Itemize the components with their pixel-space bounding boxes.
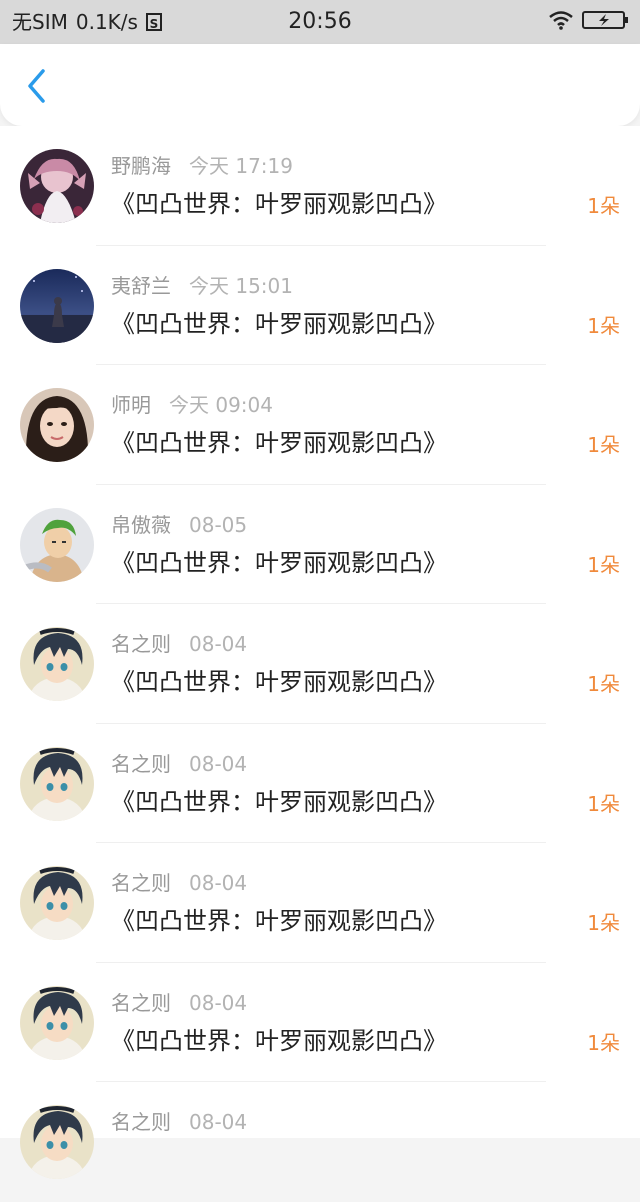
gift-record-list: 野鹏海 今天 17:19 《凹凸世界：叶罗丽观影凹凸》 1朵 夷舒兰 今天 15… (0, 126, 640, 1179)
list-item[interactable]: 名之则 08-04 《凹凸世界：叶罗丽观影凹凸》 1朵 (0, 963, 640, 1082)
chevron-left-icon (28, 69, 45, 103)
item-meta: 师明 今天 09:04 (111, 391, 273, 419)
item-name: 夷舒兰 (111, 273, 171, 298)
item-count: 1朵 (587, 552, 620, 577)
item-time: 今天 09:04 (169, 393, 273, 417)
item-time: 08-04 (189, 751, 248, 776)
list-item[interactable]: 名之则 08-04 《凹凸世界：叶罗丽观影凹凸》 1朵 (0, 724, 640, 843)
item-name: 名之则 (111, 632, 171, 656)
item-time: 08-04 (189, 871, 248, 895)
item-title: 《凹凸世界：叶罗丽观影凹凸》 (111, 787, 447, 816)
item-meta: 名之则 08-04 (111, 750, 247, 778)
item-title: 《凹凸世界：叶罗丽观影凹凸》 (111, 548, 447, 577)
item-title: 《凹凸世界：叶罗丽观影凹凸》 (111, 668, 447, 696)
battery-charging-icon (582, 11, 628, 29)
anime-boy-avatar[interactable] (20, 627, 94, 701)
item-name: 帛傲薇 (111, 512, 171, 537)
anime-boy-avatar[interactable] (20, 746, 94, 821)
item-count: 1朵 (587, 791, 620, 816)
night-sky-avatar[interactable] (20, 268, 94, 343)
list-item[interactable]: 名之则 08-04 (0, 1082, 640, 1202)
item-meta: 野鹏海 今天 17:19 (111, 152, 293, 180)
status-right (548, 10, 630, 30)
item-name: 名之则 (111, 871, 171, 895)
item-count: 1朵 (587, 672, 620, 696)
item-title: 《凹凸世界：叶罗丽观影凹凸》 (111, 429, 447, 457)
item-meta: 名之则 08-04 (111, 869, 247, 897)
item-meta: 名之则 08-04 (111, 989, 247, 1017)
item-time: 08-05 (189, 512, 248, 537)
list-item[interactable]: 帛傲薇 08-05 《凹凸世界：叶罗丽观影凹凸》 1朵 (0, 485, 640, 604)
status-bar: 无SIM 0.1K/s S 20:56 (0, 0, 640, 44)
anime-boy-avatar[interactable] (20, 985, 94, 1060)
item-name: 野鹏海 (111, 154, 171, 178)
header (0, 44, 640, 126)
status-time: 20:56 (288, 9, 352, 34)
anime-girl-avatar[interactable] (20, 149, 94, 223)
item-meta: 帛傲薇 08-05 (111, 511, 247, 539)
item-meta: 夷舒兰 今天 15:01 (111, 272, 293, 300)
item-count: 1朵 (587, 313, 620, 338)
wifi-icon (549, 11, 573, 30)
item-time: 08-04 (189, 632, 248, 656)
item-count: 1朵 (587, 194, 620, 218)
item-name: 名之则 (111, 1110, 171, 1134)
list-item[interactable]: 野鹏海 今天 17:19 《凹凸世界：叶罗丽观影凹凸》 1朵 (0, 126, 640, 246)
item-count: 1朵 (587, 911, 620, 935)
item-count: 1朵 (587, 1030, 620, 1055)
back-button[interactable] (16, 66, 56, 106)
item-time: 今天 17:19 (189, 154, 293, 178)
woman-photo-avatar[interactable] (20, 388, 94, 462)
item-title: 《凹凸世界：叶罗丽观影凹凸》 (111, 1026, 447, 1055)
item-count: 1朵 (587, 433, 620, 457)
item-time: 今天 15:01 (189, 273, 293, 298)
item-time: 08-04 (189, 990, 248, 1015)
item-name: 名之则 (111, 990, 171, 1015)
item-title: 《凹凸世界：叶罗丽观影凹凸》 (111, 907, 447, 935)
list-item[interactable]: 师明 今天 09:04 《凹凸世界：叶罗丽观影凹凸》 1朵 (0, 365, 640, 485)
list-item[interactable]: 名之则 08-04 《凹凸世界：叶罗丽观影凹凸》 1朵 (0, 604, 640, 724)
anime-boy-avatar[interactable] (20, 1105, 94, 1179)
item-name: 师明 (111, 393, 151, 417)
item-meta: 名之则 08-04 (111, 1108, 247, 1136)
item-title: 《凹凸世界：叶罗丽观影凹凸》 (111, 190, 447, 218)
item-meta: 名之则 08-04 (111, 630, 247, 658)
list-item[interactable]: 名之则 08-04 《凹凸世界：叶罗丽观影凹凸》 1朵 (0, 843, 640, 963)
item-time: 08-04 (189, 1110, 248, 1134)
anime-boy-avatar[interactable] (20, 866, 94, 940)
anime-swordsman-avatar[interactable] (20, 507, 94, 582)
item-name: 名之则 (111, 751, 171, 776)
list-item[interactable]: 夷舒兰 今天 15:01 《凹凸世界：叶罗丽观影凹凸》 1朵 (0, 246, 640, 365)
item-title: 《凹凸世界：叶罗丽观影凹凸》 (111, 309, 447, 338)
